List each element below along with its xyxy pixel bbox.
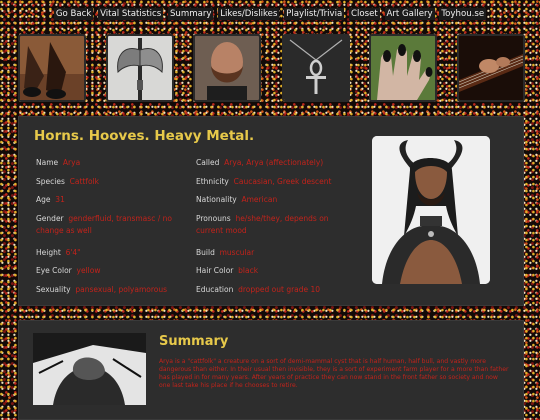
summary-heading: Summary: [159, 334, 229, 349]
nav-toyhouse[interactable]: Toyhou.se: [439, 8, 487, 20]
stat-nationality: Nationality American: [196, 195, 278, 204]
guitar-thumbnail: [457, 34, 525, 102]
nav-vital-statistics[interactable]: Vital Statistics: [98, 8, 164, 20]
stat-name: Name Arya: [36, 158, 81, 167]
nav-art-gallery[interactable]: Art Gallery: [384, 8, 435, 20]
stat-pronouns: Pronouns he/she/they, depends on current…: [196, 214, 329, 235]
stat-called: Called Arya, Arya (affectionately): [196, 158, 324, 167]
nav-closet[interactable]: Closet: [348, 8, 380, 20]
stat-species: Species Cattfolk: [36, 177, 100, 186]
nav-go-back[interactable]: Go Back: [53, 8, 94, 20]
stat-eye-color: Eye Color yellow: [36, 266, 101, 275]
nav-playlist-trivia[interactable]: Playlist/Trivia: [284, 8, 345, 20]
aesthetic-thumbnails: [18, 34, 525, 104]
hooves-thumbnail: [18, 34, 86, 102]
stat-education: Education dropped out grade 10: [196, 285, 321, 294]
summary-text: Arya is a "cattfolk" a creature on a sor…: [159, 358, 509, 389]
black-nails-thumbnail: [369, 34, 437, 102]
stat-height: Height 6'4": [36, 248, 81, 257]
top-nav: Go Back Vital Statistics Summary Likes/D…: [0, 8, 540, 20]
summary-illustration: [33, 333, 146, 405]
stat-age: Age 31: [36, 195, 65, 204]
character-portrait: [372, 136, 490, 284]
stat-ethnicity: Ethnicity Caucasian, Greek descent: [196, 177, 332, 186]
nav-summary[interactable]: Summary: [167, 8, 214, 20]
battle-axe-thumbnail: [106, 34, 174, 102]
stat-gender: Gender genderfluid, transmasc / no chang…: [36, 214, 172, 235]
page-title: Horns. Hooves. Heavy Metal.: [34, 128, 255, 144]
stat-sexuality: Sexuality pansexual, polyamorous: [36, 285, 168, 294]
nav-likes-dislikes[interactable]: Likes/Dislikes: [218, 8, 280, 20]
stat-build: Build muscular: [196, 248, 255, 257]
stat-hair-color: Hair Color black: [196, 266, 259, 275]
beard-face-thumbnail: [193, 34, 261, 102]
ankh-necklace-thumbnail: [282, 34, 350, 102]
